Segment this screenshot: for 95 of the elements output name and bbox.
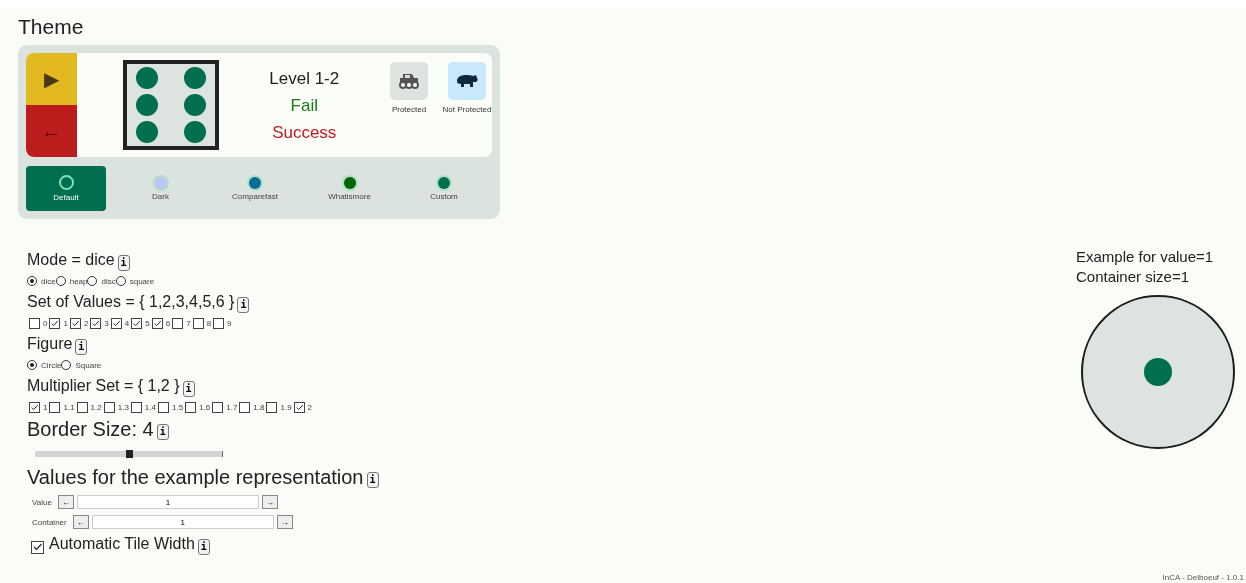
- play-button[interactable]: ▶: [26, 53, 77, 105]
- example-caption: Container size=1: [1076, 267, 1190, 287]
- option-label: 4: [124, 318, 130, 328]
- decrement-button[interactable]: ←: [72, 515, 89, 529]
- checkbox[interactable]: [69, 317, 81, 329]
- option-label: 3: [104, 318, 109, 328]
- setting-heading: Multiplier Set = { 1,2 }: [27, 376, 180, 396]
- checkbox[interactable]: [212, 401, 224, 413]
- number-field[interactable]: 1: [91, 515, 274, 529]
- option-label: 1: [43, 402, 48, 412]
- radio-button[interactable]: [27, 276, 37, 286]
- increment-button[interactable]: →: [276, 515, 293, 529]
- level-label: Level 1-2: [269, 67, 340, 90]
- checkbox[interactable]: [213, 317, 225, 329]
- slider-thumb[interactable]: [125, 450, 133, 458]
- checkbox[interactable]: [130, 401, 142, 413]
- checkbox[interactable]: [76, 401, 88, 413]
- setting-heading: Mode = dice: [27, 250, 115, 270]
- info-button[interactable]: i: [182, 381, 195, 397]
- fail-label: Fail: [290, 94, 318, 117]
- option-label: 1.2: [90, 402, 102, 412]
- setting-heading: Values for the example representation: [27, 465, 364, 489]
- option-label: 1.8: [253, 402, 265, 412]
- option-label: 1: [63, 318, 68, 328]
- theme-option[interactable]: Default: [26, 166, 106, 211]
- info-button[interactable]: i: [197, 539, 210, 555]
- setting-heading: Set of Values = { 1,2,3,4,5,6 }: [27, 292, 235, 312]
- checkbox[interactable]: [239, 401, 251, 413]
- decrement-button[interactable]: ←: [57, 495, 74, 509]
- checkbox[interactable]: [29, 401, 40, 413]
- theme-option[interactable]: Whatismore: [309, 166, 390, 211]
- option-label: 2: [83, 318, 89, 328]
- option-label: 8: [206, 318, 212, 328]
- checkbox[interactable]: [131, 317, 143, 329]
- animal-icon: [456, 73, 478, 89]
- checkbox[interactable]: [49, 317, 61, 329]
- theme-option[interactable]: Dark: [120, 166, 201, 211]
- checkbox[interactable]: [157, 401, 169, 413]
- option-label: 2: [307, 402, 313, 412]
- checkbox[interactable]: [185, 401, 197, 413]
- checkbox[interactable]: [192, 317, 204, 329]
- info-button[interactable]: i: [237, 297, 250, 313]
- field-label: Value: [32, 497, 52, 507]
- radio-button[interactable]: [115, 276, 126, 286]
- checkbox[interactable]: [49, 401, 61, 413]
- info-button[interactable]: i: [366, 472, 379, 488]
- checkbox[interactable]: [293, 401, 305, 413]
- checkbox[interactable]: [151, 317, 163, 329]
- checkbox[interactable]: [266, 401, 278, 413]
- radio-button[interactable]: [61, 360, 72, 370]
- increment-button[interactable]: →: [261, 495, 278, 509]
- info-button[interactable]: i: [156, 424, 169, 440]
- checkbox[interactable]: [172, 317, 184, 329]
- example-caption: Example for value=1: [1076, 247, 1215, 267]
- checkbox[interactable]: [90, 317, 102, 329]
- radio-button[interactable]: [55, 276, 66, 286]
- option-label: 5: [145, 318, 150, 328]
- badge-label: Protected: [391, 105, 427, 114]
- option-label: 6: [165, 318, 171, 328]
- option-label: 0: [43, 318, 48, 328]
- checkbox[interactable]: [103, 401, 115, 413]
- section-title: Theme: [18, 15, 85, 39]
- option-label: 1.9: [280, 402, 292, 412]
- field-label: Container: [32, 517, 67, 527]
- info-button[interactable]: i: [75, 339, 88, 355]
- info-button[interactable]: i: [117, 255, 130, 271]
- radio-button[interactable]: [87, 276, 98, 286]
- option-label: 1.4: [144, 402, 156, 412]
- option-label: 1.6: [199, 402, 211, 412]
- number-field[interactable]: 1: [76, 495, 259, 509]
- option-label: Circle: [41, 360, 62, 370]
- option-label: dice: [41, 276, 56, 286]
- option-label: 7: [186, 318, 191, 328]
- option-label: 9: [227, 318, 232, 328]
- truck-icon: [398, 73, 420, 89]
- option-label: heap: [69, 276, 88, 286]
- theme-option[interactable]: Comparefast: [215, 166, 295, 211]
- option-label: disc: [101, 276, 116, 286]
- checkbox[interactable]: [110, 317, 122, 329]
- option-label: 1.3: [117, 402, 129, 412]
- radio-button[interactable]: [27, 360, 37, 370]
- option-label: 1.1: [63, 402, 75, 412]
- version-footer: InCA - Delboeuf - 1.0.1: [1162, 573, 1244, 582]
- setting-heading: Border Size: 4: [27, 417, 154, 441]
- option-label: 1.7: [226, 402, 238, 412]
- checkbox[interactable]: [29, 317, 40, 329]
- success-label: Success: [272, 121, 337, 144]
- setting-heading: Automatic Tile Width: [49, 534, 195, 554]
- badge-label: Not Protected: [442, 105, 492, 114]
- option-label: square: [129, 276, 155, 286]
- option-label: 1.5: [171, 402, 184, 412]
- setting-heading: Figure: [27, 334, 73, 354]
- checkbox[interactable]: [31, 540, 44, 554]
- option-label: Square: [75, 360, 102, 370]
- theme-option[interactable]: Custom: [404, 166, 484, 211]
